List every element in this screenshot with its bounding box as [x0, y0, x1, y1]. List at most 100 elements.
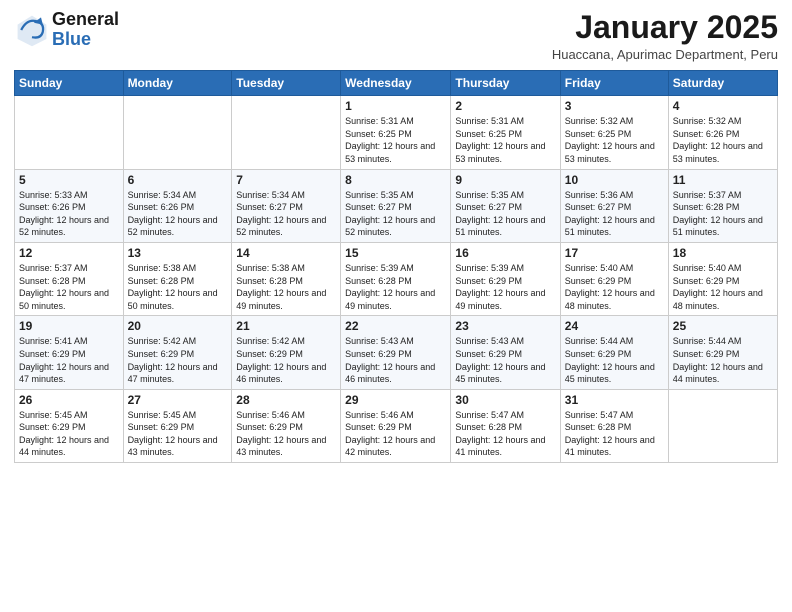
logo-general: General	[52, 9, 119, 29]
table-row: 27 Sunrise: 5:45 AMSunset: 6:29 PMDaylig…	[123, 389, 232, 462]
day-number: 13	[128, 246, 228, 260]
day-number: 20	[128, 319, 228, 333]
page: General Blue January 2025 Huaccana, Apur…	[0, 0, 792, 612]
table-row	[668, 389, 777, 462]
day-number: 9	[455, 173, 555, 187]
day-info: Sunrise: 5:45 AMSunset: 6:29 PMDaylight:…	[19, 409, 119, 459]
header-friday: Friday	[560, 71, 668, 96]
table-row: 11 Sunrise: 5:37 AMSunset: 6:28 PMDaylig…	[668, 169, 777, 242]
table-row: 2 Sunrise: 5:31 AMSunset: 6:25 PMDayligh…	[451, 96, 560, 169]
day-info: Sunrise: 5:47 AMSunset: 6:28 PMDaylight:…	[455, 409, 555, 459]
table-row: 18 Sunrise: 5:40 AMSunset: 6:29 PMDaylig…	[668, 242, 777, 315]
day-info: Sunrise: 5:35 AMSunset: 6:27 PMDaylight:…	[455, 189, 555, 239]
table-row: 15 Sunrise: 5:39 AMSunset: 6:28 PMDaylig…	[341, 242, 451, 315]
calendar-week-5: 26 Sunrise: 5:45 AMSunset: 6:29 PMDaylig…	[15, 389, 778, 462]
day-number: 2	[455, 99, 555, 113]
table-row	[232, 96, 341, 169]
table-row: 24 Sunrise: 5:44 AMSunset: 6:29 PMDaylig…	[560, 316, 668, 389]
day-number: 7	[236, 173, 336, 187]
table-row: 26 Sunrise: 5:45 AMSunset: 6:29 PMDaylig…	[15, 389, 124, 462]
day-info: Sunrise: 5:46 AMSunset: 6:29 PMDaylight:…	[345, 409, 446, 459]
day-number: 15	[345, 246, 446, 260]
logo-blue: Blue	[52, 29, 91, 49]
day-number: 22	[345, 319, 446, 333]
day-info: Sunrise: 5:42 AMSunset: 6:29 PMDaylight:…	[236, 335, 336, 385]
table-row: 23 Sunrise: 5:43 AMSunset: 6:29 PMDaylig…	[451, 316, 560, 389]
day-info: Sunrise: 5:39 AMSunset: 6:29 PMDaylight:…	[455, 262, 555, 312]
day-info: Sunrise: 5:34 AMSunset: 6:27 PMDaylight:…	[236, 189, 336, 239]
subtitle: Huaccana, Apurimac Department, Peru	[552, 47, 778, 62]
table-row: 10 Sunrise: 5:36 AMSunset: 6:27 PMDaylig…	[560, 169, 668, 242]
day-number: 10	[565, 173, 664, 187]
title-area: January 2025 Huaccana, Apurimac Departme…	[552, 10, 778, 62]
calendar-week-1: 1 Sunrise: 5:31 AMSunset: 6:25 PMDayligh…	[15, 96, 778, 169]
table-row: 5 Sunrise: 5:33 AMSunset: 6:26 PMDayligh…	[15, 169, 124, 242]
table-row: 13 Sunrise: 5:38 AMSunset: 6:28 PMDaylig…	[123, 242, 232, 315]
day-number: 29	[345, 393, 446, 407]
day-number: 31	[565, 393, 664, 407]
table-row: 14 Sunrise: 5:38 AMSunset: 6:28 PMDaylig…	[232, 242, 341, 315]
day-info: Sunrise: 5:31 AMSunset: 6:25 PMDaylight:…	[455, 115, 555, 165]
day-info: Sunrise: 5:47 AMSunset: 6:28 PMDaylight:…	[565, 409, 664, 459]
logo-area: General Blue	[14, 10, 119, 50]
header-monday: Monday	[123, 71, 232, 96]
header-saturday: Saturday	[668, 71, 777, 96]
day-number: 26	[19, 393, 119, 407]
table-row	[123, 96, 232, 169]
day-number: 24	[565, 319, 664, 333]
day-number: 27	[128, 393, 228, 407]
day-number: 1	[345, 99, 446, 113]
day-info: Sunrise: 5:32 AMSunset: 6:26 PMDaylight:…	[673, 115, 773, 165]
calendar-week-2: 5 Sunrise: 5:33 AMSunset: 6:26 PMDayligh…	[15, 169, 778, 242]
table-row	[15, 96, 124, 169]
day-info: Sunrise: 5:42 AMSunset: 6:29 PMDaylight:…	[128, 335, 228, 385]
day-number: 25	[673, 319, 773, 333]
day-number: 5	[19, 173, 119, 187]
day-number: 4	[673, 99, 773, 113]
table-row: 8 Sunrise: 5:35 AMSunset: 6:27 PMDayligh…	[341, 169, 451, 242]
table-row: 6 Sunrise: 5:34 AMSunset: 6:26 PMDayligh…	[123, 169, 232, 242]
day-info: Sunrise: 5:37 AMSunset: 6:28 PMDaylight:…	[19, 262, 119, 312]
calendar-week-3: 12 Sunrise: 5:37 AMSunset: 6:28 PMDaylig…	[15, 242, 778, 315]
day-info: Sunrise: 5:39 AMSunset: 6:28 PMDaylight:…	[345, 262, 446, 312]
calendar-week-4: 19 Sunrise: 5:41 AMSunset: 6:29 PMDaylig…	[15, 316, 778, 389]
day-number: 8	[345, 173, 446, 187]
table-row: 17 Sunrise: 5:40 AMSunset: 6:29 PMDaylig…	[560, 242, 668, 315]
day-info: Sunrise: 5:44 AMSunset: 6:29 PMDaylight:…	[673, 335, 773, 385]
day-info: Sunrise: 5:41 AMSunset: 6:29 PMDaylight:…	[19, 335, 119, 385]
day-number: 19	[19, 319, 119, 333]
day-info: Sunrise: 5:33 AMSunset: 6:26 PMDaylight:…	[19, 189, 119, 239]
table-row: 4 Sunrise: 5:32 AMSunset: 6:26 PMDayligh…	[668, 96, 777, 169]
day-info: Sunrise: 5:46 AMSunset: 6:29 PMDaylight:…	[236, 409, 336, 459]
table-row: 20 Sunrise: 5:42 AMSunset: 6:29 PMDaylig…	[123, 316, 232, 389]
day-info: Sunrise: 5:36 AMSunset: 6:27 PMDaylight:…	[565, 189, 664, 239]
day-info: Sunrise: 5:38 AMSunset: 6:28 PMDaylight:…	[128, 262, 228, 312]
table-row: 30 Sunrise: 5:47 AMSunset: 6:28 PMDaylig…	[451, 389, 560, 462]
day-info: Sunrise: 5:37 AMSunset: 6:28 PMDaylight:…	[673, 189, 773, 239]
table-row: 12 Sunrise: 5:37 AMSunset: 6:28 PMDaylig…	[15, 242, 124, 315]
table-row: 19 Sunrise: 5:41 AMSunset: 6:29 PMDaylig…	[15, 316, 124, 389]
month-title: January 2025	[552, 10, 778, 45]
day-number: 11	[673, 173, 773, 187]
table-row: 16 Sunrise: 5:39 AMSunset: 6:29 PMDaylig…	[451, 242, 560, 315]
day-number: 23	[455, 319, 555, 333]
day-number: 28	[236, 393, 336, 407]
day-number: 14	[236, 246, 336, 260]
day-info: Sunrise: 5:32 AMSunset: 6:25 PMDaylight:…	[565, 115, 664, 165]
day-info: Sunrise: 5:44 AMSunset: 6:29 PMDaylight:…	[565, 335, 664, 385]
table-row: 28 Sunrise: 5:46 AMSunset: 6:29 PMDaylig…	[232, 389, 341, 462]
table-row: 21 Sunrise: 5:42 AMSunset: 6:29 PMDaylig…	[232, 316, 341, 389]
header-tuesday: Tuesday	[232, 71, 341, 96]
table-row: 25 Sunrise: 5:44 AMSunset: 6:29 PMDaylig…	[668, 316, 777, 389]
day-number: 6	[128, 173, 228, 187]
day-info: Sunrise: 5:40 AMSunset: 6:29 PMDaylight:…	[565, 262, 664, 312]
table-row: 31 Sunrise: 5:47 AMSunset: 6:28 PMDaylig…	[560, 389, 668, 462]
day-number: 16	[455, 246, 555, 260]
day-info: Sunrise: 5:31 AMSunset: 6:25 PMDaylight:…	[345, 115, 446, 165]
day-info: Sunrise: 5:34 AMSunset: 6:26 PMDaylight:…	[128, 189, 228, 239]
day-number: 17	[565, 246, 664, 260]
header-sunday: Sunday	[15, 71, 124, 96]
day-number: 12	[19, 246, 119, 260]
table-row: 3 Sunrise: 5:32 AMSunset: 6:25 PMDayligh…	[560, 96, 668, 169]
header-wednesday: Wednesday	[341, 71, 451, 96]
